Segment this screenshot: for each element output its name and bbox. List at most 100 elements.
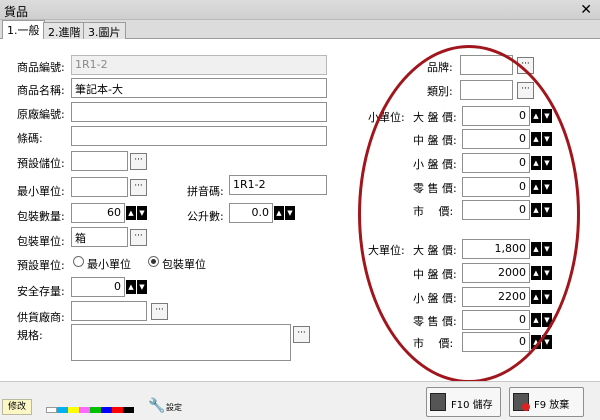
swatch-blue[interactable] — [101, 407, 112, 413]
lu-mid-wholesale-field[interactable]: 2000 — [462, 263, 530, 283]
spec-lookup-button[interactable]: ··· — [293, 326, 310, 343]
barcode-label: 條碼: — [17, 132, 43, 145]
liters-label: 公升數: — [187, 210, 224, 223]
product-name-label: 商品名稱: — [17, 84, 65, 97]
large-unit-label: 大單位: — [368, 244, 405, 257]
default-location-label: 預設儲位: — [17, 157, 65, 170]
safety-stock-field[interactable]: 0 — [71, 277, 125, 297]
default-location-lookup-button[interactable]: ··· — [130, 153, 147, 170]
liters-field[interactable]: 0.0 — [229, 203, 273, 223]
default-location-field[interactable] — [71, 151, 128, 171]
window-title: 貨品 — [4, 5, 29, 19]
lu-small-wholesale-up-icon[interactable]: ▲ — [531, 290, 541, 304]
barcode-field[interactable] — [71, 126, 327, 146]
category-field[interactable] — [460, 80, 513, 100]
tab-advanced[interactable]: 2.進階 — [43, 22, 86, 39]
liters-up-icon[interactable]: ▲ — [274, 206, 284, 220]
discard-button[interactable]: F9 放棄 — [509, 387, 584, 417]
su-market-field[interactable]: 0 — [462, 200, 530, 220]
brand-label: 品牌: — [427, 61, 453, 74]
su-big-wholesale-up-icon[interactable]: ▲ — [531, 109, 541, 123]
liters-down-icon[interactable]: ▼ — [285, 206, 295, 220]
su-small-wholesale-down-icon[interactable]: ▼ — [542, 156, 552, 170]
safety-stock-down-icon[interactable]: ▼ — [137, 280, 147, 294]
lu-big-wholesale-field[interactable]: 1,800 — [462, 239, 530, 259]
save-button[interactable]: F10 儲存 — [426, 387, 501, 417]
radio-pack-unit[interactable] — [148, 256, 159, 267]
tab-images[interactable]: 3.圖片 — [83, 22, 126, 39]
spec-textarea[interactable] — [71, 324, 291, 361]
discard-button-label: F9 放棄 — [534, 400, 570, 411]
lu-retail-up-icon[interactable]: ▲ — [531, 313, 541, 327]
product-code-field[interactable]: 1R1-2 — [71, 55, 327, 75]
swatch-black[interactable] — [123, 407, 134, 413]
safety-stock-label: 安全存量: — [17, 285, 65, 298]
lu-small-wholesale-down-icon[interactable]: ▼ — [542, 290, 552, 304]
default-unit-label: 預設單位: — [17, 259, 65, 272]
swatch-white[interactable] — [46, 407, 57, 413]
lu-big-wholesale-label: 大 盤 價: — [413, 244, 457, 257]
swatch-yellow[interactable] — [68, 407, 79, 413]
lu-market-up-icon[interactable]: ▲ — [531, 335, 541, 349]
pinyin-field[interactable]: 1R1-2 — [229, 175, 327, 195]
su-big-wholesale-down-icon[interactable]: ▼ — [542, 109, 552, 123]
pack-unit-lookup-button[interactable]: ··· — [130, 229, 147, 246]
safety-stock-up-icon[interactable]: ▲ — [126, 280, 136, 294]
lu-big-wholesale-up-icon[interactable]: ▲ — [531, 242, 541, 256]
lu-small-wholesale-label: 小 盤 價: — [413, 292, 457, 305]
su-small-wholesale-up-icon[interactable]: ▲ — [531, 156, 541, 170]
lu-market-label: 市 價: — [413, 337, 454, 350]
category-lookup-button[interactable]: ··· — [517, 82, 534, 99]
tab-general[interactable]: 1.一般 — [2, 20, 45, 40]
su-mid-wholesale-field[interactable]: 0 — [462, 129, 530, 149]
pack-unit-field[interactable]: 箱 — [71, 227, 128, 247]
lu-retail-field[interactable]: 0 — [462, 310, 530, 330]
product-name-field[interactable]: 筆記本-大 — [71, 78, 327, 98]
min-unit-lookup-button[interactable]: ··· — [130, 179, 147, 196]
save-button-label: F10 儲存 — [451, 400, 493, 411]
su-small-wholesale-field[interactable]: 0 — [462, 153, 530, 173]
su-mid-wholesale-up-icon[interactable]: ▲ — [531, 132, 541, 146]
pack-qty-field[interactable]: 60 — [71, 203, 125, 223]
supplier-label: 供貨廠商: — [17, 311, 65, 324]
su-market-down-icon[interactable]: ▼ — [542, 203, 552, 217]
radio-min-unit[interactable] — [73, 256, 84, 267]
vendor-code-field[interactable] — [71, 102, 327, 122]
wrench-icon[interactable]: 🔧 — [148, 398, 165, 414]
su-big-wholesale-label: 大 盤 價: — [413, 111, 457, 124]
lu-retail-label: 零 售 價: — [413, 315, 457, 328]
lu-big-wholesale-down-icon[interactable]: ▼ — [542, 242, 552, 256]
supplier-lookup-button[interactable]: ··· — [151, 303, 168, 320]
lu-retail-down-icon[interactable]: ▼ — [542, 313, 552, 327]
lu-small-wholesale-field[interactable]: 2200 — [462, 287, 530, 307]
su-big-wholesale-field[interactable]: 0 — [462, 106, 530, 126]
swatch-green[interactable] — [90, 407, 101, 413]
pack-qty-up-icon[interactable]: ▲ — [126, 206, 136, 220]
close-icon[interactable]: ✕ — [580, 2, 592, 18]
lu-mid-wholesale-down-icon[interactable]: ▼ — [542, 266, 552, 280]
lu-market-field[interactable]: 0 — [462, 332, 530, 352]
settings-label[interactable]: 設定 — [166, 402, 182, 413]
su-market-up-icon[interactable]: ▲ — [531, 203, 541, 217]
brand-lookup-button[interactable]: ··· — [517, 57, 534, 74]
pack-qty-label: 包裝數量: — [17, 210, 65, 223]
spec-label: 規格: — [17, 329, 43, 342]
radio-min-unit-label: 最小單位 — [87, 258, 131, 271]
swatch-cyan[interactable] — [57, 407, 68, 413]
su-mid-wholesale-down-icon[interactable]: ▼ — [542, 132, 552, 146]
floppy-disk-icon — [430, 393, 446, 411]
brand-field[interactable] — [460, 55, 513, 75]
supplier-field[interactable] — [71, 301, 147, 321]
modify-button[interactable]: 修改 — [2, 399, 32, 415]
swatch-pink[interactable] — [79, 407, 90, 413]
lu-market-down-icon[interactable]: ▼ — [542, 335, 552, 349]
pack-qty-down-icon[interactable]: ▼ — [137, 206, 147, 220]
swatch-red[interactable] — [112, 407, 123, 413]
su-retail-up-icon[interactable]: ▲ — [531, 180, 541, 194]
lu-mid-wholesale-up-icon[interactable]: ▲ — [531, 266, 541, 280]
su-retail-field[interactable]: 0 — [462, 177, 530, 197]
min-unit-field[interactable] — [71, 177, 128, 197]
pack-unit-label: 包裝單位: — [17, 235, 65, 248]
small-unit-label: 小單位: — [368, 111, 405, 124]
su-retail-down-icon[interactable]: ▼ — [542, 180, 552, 194]
